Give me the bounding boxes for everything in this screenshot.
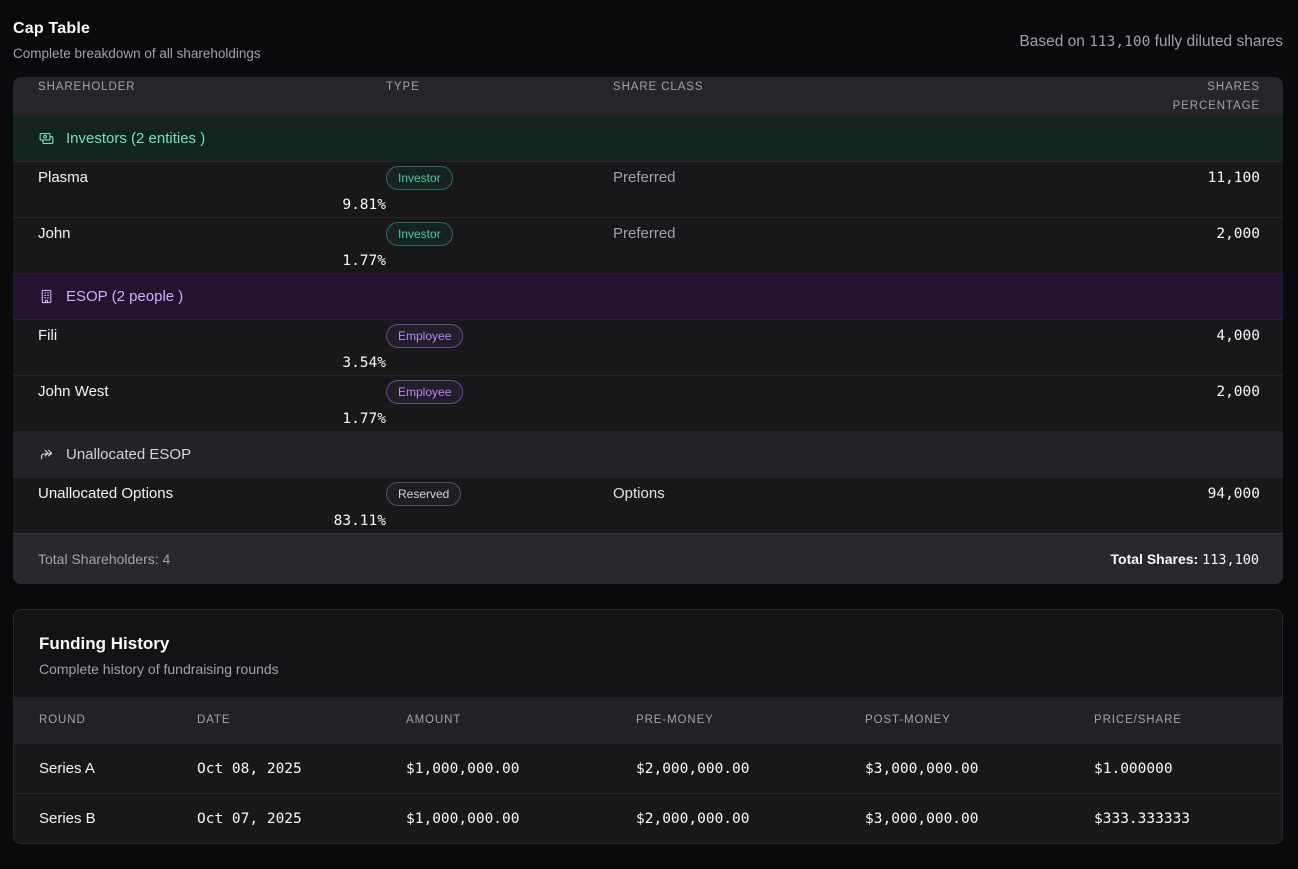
col-round: ROUND [39, 714, 197, 726]
total-shareholders: Total Shareholders: 4 [38, 551, 170, 567]
shareholder-name: Plasma [38, 169, 386, 186]
round-date: Oct 07, 2025 [197, 811, 406, 827]
type-badge: Employee [386, 324, 463, 348]
shareholder-row: John Investor Preferred 2,000 1.77% [13, 217, 1283, 273]
share-class-value: Preferred [613, 169, 1009, 186]
round-price-share: $333.333333 [1094, 811, 1258, 827]
col-price-share: PRICE/SHARE [1094, 714, 1258, 726]
col-shares: SHARES [1009, 81, 1260, 93]
fully-diluted-prefix: Based on [1019, 33, 1089, 50]
cap-table-footer: Total Shareholders: 4 Total Shares: 113,… [13, 533, 1283, 584]
type-badge: Reserved [386, 482, 461, 506]
funding-history-column-headers: ROUND DATE AMOUNT PRE-MONEY POST-MONEY P… [14, 697, 1282, 743]
shareholder-row: John West Employee 2,000 1.77% [13, 375, 1283, 431]
shares-value: 2,000 [1009, 384, 1260, 400]
shareholder-name: John [38, 225, 386, 242]
round-name: Series A [39, 760, 197, 777]
round-pre-money: $2,000,000.00 [636, 811, 865, 827]
fully-diluted-note: Based on 113,100 fully diluted shares [1019, 33, 1283, 51]
percentage-value: 9.81% [38, 197, 386, 213]
fully-diluted-suffix: fully diluted shares [1150, 33, 1283, 50]
cap-table-body: Investors (2 entities ) Plasma Investor … [13, 115, 1283, 533]
shareholder-name: John West [38, 383, 386, 400]
funding-round-row: Series A Oct 08, 2025 $1,000,000.00 $2,0… [14, 743, 1282, 793]
share-class-value: Preferred [613, 225, 1009, 242]
percentage-value: 1.77% [38, 253, 386, 269]
percentage-value: 1.77% [38, 411, 386, 427]
group-label: Investors (2 entities ) [66, 130, 205, 147]
col-shareholder: SHAREHOLDER [38, 81, 386, 93]
shareholder-row: Unallocated Options Reserved Options 94,… [13, 477, 1283, 533]
total-shares: Total Shares: 113,100 [1111, 551, 1259, 568]
shares-value: 11,100 [1009, 170, 1260, 186]
shares-value: 94,000 [1009, 486, 1260, 502]
cap-table: SHAREHOLDER TYPE SHARE CLASS SHARES PERC… [13, 77, 1283, 584]
col-percentage: PERCENTAGE [1009, 100, 1260, 112]
banknotes-icon [38, 130, 55, 147]
shareholder-name: Unallocated Options [38, 485, 386, 502]
funding-history-card: Funding History Complete history of fund… [13, 609, 1283, 844]
round-post-money: $3,000,000.00 [865, 761, 1094, 777]
group-header-row[interactable]: Unallocated ESOP [13, 431, 1283, 477]
shareholder-row: Plasma Investor Preferred 11,100 9.81% [13, 161, 1283, 217]
total-shares-value: 113,100 [1202, 552, 1259, 568]
percentage-value: 3.54% [38, 355, 386, 371]
funding-history-body: Series A Oct 08, 2025 $1,000,000.00 $2,0… [14, 743, 1282, 843]
col-type: TYPE [386, 81, 613, 93]
cap-table-titles: Cap Table Complete breakdown of all shar… [13, 20, 261, 61]
funding-history-header: Funding History Complete history of fund… [14, 610, 1282, 697]
funding-history-title: Funding History [39, 634, 1257, 654]
round-price-share: $1.000000 [1094, 761, 1258, 777]
page-title: Cap Table [13, 20, 261, 38]
round-date: Oct 08, 2025 [197, 761, 406, 777]
cap-table-header: Cap Table Complete breakdown of all shar… [13, 20, 1283, 61]
group-header-row[interactable]: ESOP (2 people ) [13, 273, 1283, 319]
type-badge: Investor [386, 222, 453, 246]
round-pre-money: $2,000,000.00 [636, 761, 865, 777]
type-badge: Investor [386, 166, 453, 190]
group-label: Unallocated ESOP [66, 446, 191, 463]
fully-diluted-value: 113,100 [1089, 34, 1150, 50]
cap-table-column-headers: SHAREHOLDER TYPE SHARE CLASS SHARES PERC… [13, 77, 1283, 115]
type-badge: Employee [386, 380, 463, 404]
col-post-money: POST-MONEY [865, 714, 1094, 726]
shares-value: 2,000 [1009, 226, 1260, 242]
shares-value: 4,000 [1009, 328, 1260, 344]
group-label: ESOP (2 people ) [66, 288, 183, 305]
round-post-money: $3,000,000.00 [865, 811, 1094, 827]
shareholder-row: Fili Employee 4,000 3.54% [13, 319, 1283, 375]
total-shares-label: Total Shares: [1111, 551, 1203, 567]
building-icon [38, 288, 55, 305]
forward-arrows-icon [38, 446, 55, 463]
share-class-value: Options [613, 485, 1009, 502]
col-pre-money: PRE-MONEY [636, 714, 865, 726]
col-amount: AMOUNT [406, 714, 636, 726]
funding-history-subtitle: Complete history of fundraising rounds [39, 661, 1257, 677]
group-header-row[interactable]: Investors (2 entities ) [13, 115, 1283, 161]
round-amount: $1,000,000.00 [406, 811, 636, 827]
shareholder-name: Fili [38, 327, 386, 344]
percentage-value: 83.11% [38, 513, 386, 529]
col-date: DATE [197, 714, 406, 726]
col-share-class: SHARE CLASS [613, 81, 1009, 93]
funding-round-row: Series B Oct 07, 2025 $1,000,000.00 $2,0… [14, 793, 1282, 843]
page-subtitle: Complete breakdown of all shareholdings [13, 46, 261, 61]
round-name: Series B [39, 810, 197, 827]
round-amount: $1,000,000.00 [406, 761, 636, 777]
